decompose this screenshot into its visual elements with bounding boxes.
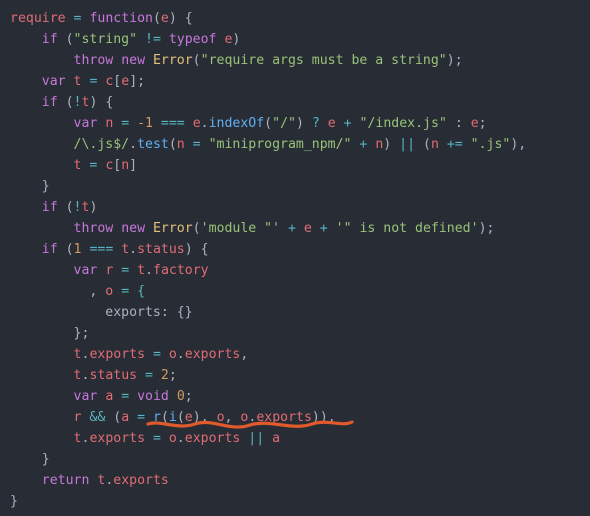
object-key-exports: exports: [105, 305, 161, 320]
kw-return: return: [42, 473, 90, 488]
string-literal: "require args must be a string": [201, 53, 447, 68]
op-assign: =: [74, 11, 82, 26]
code-line: , o = {: [89, 284, 145, 299]
code-line: if (!t): [42, 200, 98, 215]
class-error: Error: [153, 53, 193, 68]
identifier-require: require: [10, 11, 66, 26]
code-line: r && (a = r(i(e), o, o.exports)),: [74, 410, 336, 425]
code-line: return t.exports: [42, 473, 169, 488]
code-line: t.status = 2;: [74, 368, 177, 383]
code-line: }: [42, 179, 50, 194]
kw-throw: throw: [74, 53, 114, 68]
string-literal: "string": [74, 32, 138, 47]
code-line: if (!t) {: [42, 95, 114, 110]
code-line: throw new Error('module "' + e + '" is n…: [74, 221, 495, 236]
code-line: }: [42, 452, 50, 467]
code-line: var a = void 0;: [74, 389, 193, 404]
kw-function: function: [89, 11, 153, 26]
kw-if: if: [42, 32, 58, 47]
code-line: if (1 === t.status) {: [42, 242, 209, 257]
method-indexof: indexOf: [209, 116, 265, 131]
code-line: };: [74, 326, 90, 341]
kw-new: new: [121, 53, 145, 68]
code-line: t.exports = o.exports || a: [74, 431, 281, 446]
code-line: exports: {}: [105, 305, 192, 320]
kw-var: var: [42, 74, 66, 89]
code-block: require = function(e) { if ("string" != …: [0, 0, 590, 516]
code-line: var t = c[e];: [42, 74, 145, 89]
kw-void: void: [137, 389, 169, 404]
code-line: /\.js$/.test(n = "miniprogram_npm/" + n)…: [74, 137, 527, 152]
regex-literal: /\.js$/: [74, 137, 130, 152]
code-line: if ("string" != typeof e): [42, 32, 241, 47]
kw-typeof: typeof: [169, 32, 217, 47]
code-line: }: [10, 494, 18, 509]
number-literal: -1: [137, 116, 153, 131]
code-line: require = function(e) {: [10, 11, 193, 26]
code-line: t = c[n]: [74, 158, 138, 173]
code-line: var n = -1 === e.indexOf("/") ? e + "/in…: [74, 116, 487, 131]
code-line: t.exports = o.exports,: [74, 347, 249, 362]
code-line: throw new Error("require args must be a …: [74, 53, 463, 68]
method-test: test: [137, 137, 169, 152]
code-line: var r = t.factory: [74, 263, 209, 278]
